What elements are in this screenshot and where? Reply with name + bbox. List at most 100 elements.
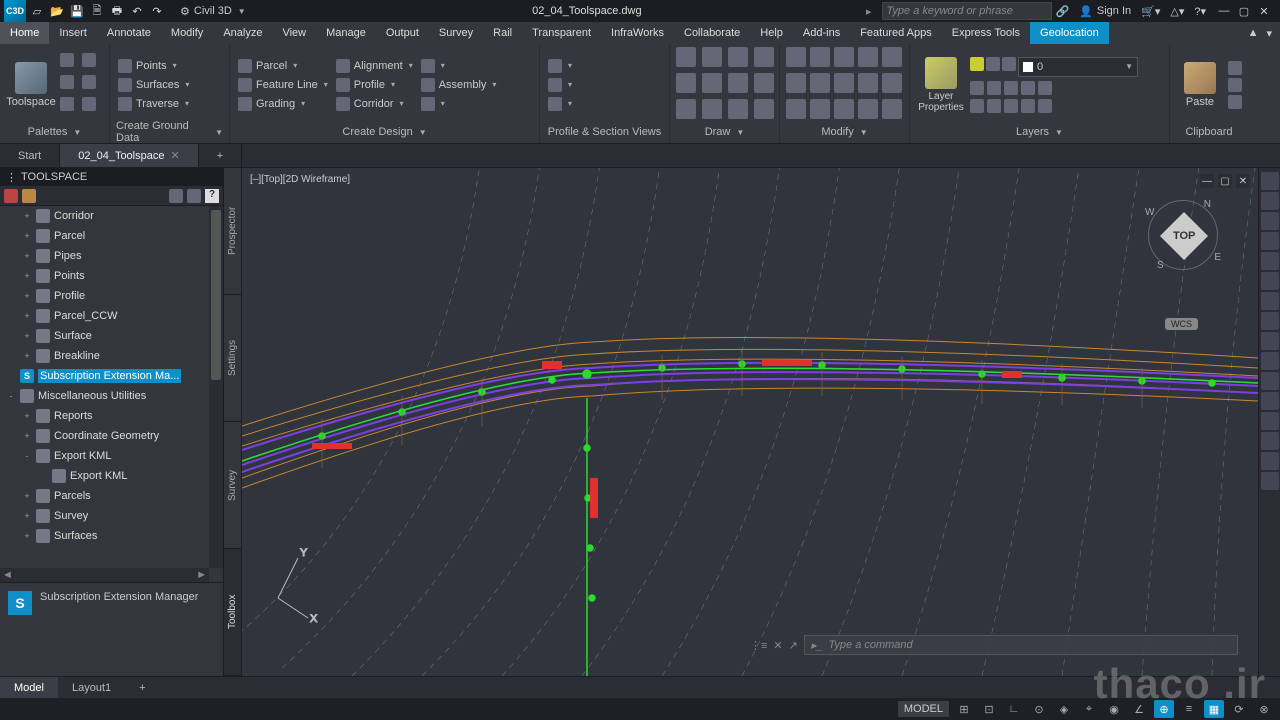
nav-tool-14[interactable]: [1261, 452, 1279, 470]
undo-icon[interactable]: ↶: [130, 4, 144, 18]
nav-tool-15[interactable]: [1261, 472, 1279, 490]
design-corridor[interactable]: Corridor▾: [334, 96, 415, 112]
share-icon[interactable]: △▾: [1170, 5, 1184, 18]
layer-tool-8[interactable]: [1004, 99, 1018, 113]
menu-tab-geolocation[interactable]: Geolocation: [1030, 22, 1109, 44]
tree-item-reports[interactable]: +Reports: [0, 406, 209, 426]
menu-tab-home[interactable]: Home: [0, 22, 49, 44]
nav-tool-3[interactable]: [1261, 232, 1279, 250]
doc-tab-02_04_toolspace[interactable]: 02_04_Toolspace ✕: [60, 144, 198, 167]
toolspace-tab-toolbox[interactable]: Toolbox: [224, 549, 241, 676]
workspace-selector[interactable]: ⚙ Civil 3D ▼: [176, 5, 250, 18]
design-alignment[interactable]: Alignment▾: [334, 58, 415, 74]
layer-tool-1[interactable]: [970, 81, 984, 95]
status-3dosnap[interactable]: ◉: [1104, 700, 1124, 718]
maximize-button[interactable]: ▢: [1236, 3, 1252, 19]
nav-tool-4[interactable]: [1261, 252, 1279, 270]
tree-item-corridor[interactable]: +Corridor: [0, 206, 209, 226]
tree-item-breakline[interactable]: +Breakline: [0, 346, 209, 366]
modify-tool-1[interactable]: [810, 47, 830, 67]
status-osnap[interactable]: ⌖: [1079, 700, 1099, 718]
design-feature-line[interactable]: Feature Line▾: [236, 77, 330, 93]
modify-tool-10[interactable]: [786, 99, 806, 119]
command-input[interactable]: ▸_Type a command: [804, 635, 1238, 655]
ground-points[interactable]: Points▾: [116, 58, 191, 74]
nav-tool-1[interactable]: [1261, 192, 1279, 210]
vp-minimize[interactable]: —: [1200, 174, 1214, 188]
toolspace-button[interactable]: Toolspace: [6, 62, 56, 108]
help-icon[interactable]: ?▾: [1194, 5, 1206, 18]
cut-button[interactable]: [1228, 78, 1242, 92]
redo-icon[interactable]: ↷: [150, 4, 164, 18]
menu-tab-express-tools[interactable]: Express Tools: [942, 22, 1030, 44]
nav-tool-7[interactable]: [1261, 312, 1279, 330]
nav-tool-12[interactable]: [1261, 412, 1279, 430]
menu-tab-help[interactable]: Help: [750, 22, 793, 44]
tree-hscroll[interactable]: ◄►: [0, 568, 209, 582]
ground-surfaces[interactable]: Surfaces▾: [116, 77, 191, 93]
modify-tool-4[interactable]: [882, 47, 902, 67]
draw-tool-3[interactable]: [754, 47, 774, 67]
nav-tool-13[interactable]: [1261, 432, 1279, 450]
layer-sun-icon[interactable]: [970, 57, 984, 71]
tree-item-survey[interactable]: +Survey: [0, 506, 209, 526]
layer-tool-7[interactable]: [987, 99, 1001, 113]
menu-tab-annotate[interactable]: Annotate: [97, 22, 161, 44]
paste-button[interactable]: Paste: [1176, 62, 1224, 108]
search-input[interactable]: Type a keyword or phrase: [882, 2, 1052, 20]
cart-icon[interactable]: 🛒▾: [1141, 5, 1160, 18]
status-transparency[interactable]: ▦: [1204, 700, 1224, 718]
viewcube[interactable]: TOP N S W E: [1148, 200, 1218, 270]
viewport-label[interactable]: [–][Top][2D Wireframe]: [250, 174, 350, 185]
tree-item-points[interactable]: +Points: [0, 266, 209, 286]
nav-tool-6[interactable]: [1261, 292, 1279, 310]
layout-tab-layout1[interactable]: Layout1: [58, 677, 125, 698]
tree-item-parcel-ccw[interactable]: +Parcel_CCW: [0, 306, 209, 326]
tree-item-coordinate-geometry[interactable]: +Coordinate Geometry: [0, 426, 209, 446]
menu-tab-view[interactable]: View: [272, 22, 316, 44]
plot-icon[interactable]: 🖶: [110, 4, 124, 18]
menu-tab-transparent[interactable]: Transparent: [522, 22, 601, 44]
new-icon[interactable]: ▱: [30, 4, 44, 18]
palette-btn-4[interactable]: [82, 75, 96, 89]
nav-tool-11[interactable]: [1261, 392, 1279, 410]
design-assembly[interactable]: Assembly▾: [419, 77, 499, 93]
vp-maximize[interactable]: ▢: [1218, 174, 1232, 188]
open-icon[interactable]: 📂: [50, 4, 64, 18]
menu-tab-add-ins[interactable]: Add-ins: [793, 22, 850, 44]
layer-tool-10[interactable]: [1038, 99, 1052, 113]
modify-tool-11[interactable]: [810, 99, 830, 119]
ribbon-opt-icon[interactable]: ▾: [1266, 27, 1272, 40]
status-annomon[interactable]: ⊗: [1254, 700, 1274, 718]
layer-tool-5[interactable]: [1038, 81, 1052, 95]
wcs-badge[interactable]: WCS: [1165, 318, 1198, 330]
tree-item-profile[interactable]: +Profile: [0, 286, 209, 306]
cmd-history-icon[interactable]: ⋮≡: [750, 639, 767, 652]
status-cycling[interactable]: ⟳: [1229, 700, 1249, 718]
draw-tool-9[interactable]: [702, 99, 722, 119]
nav-tool-5[interactable]: [1261, 272, 1279, 290]
modify-tool-12[interactable]: [834, 99, 854, 119]
draw-tool-1[interactable]: [702, 47, 722, 67]
layer-tool-3[interactable]: [1004, 81, 1018, 95]
modify-tool-0[interactable]: [786, 47, 806, 67]
minimize-button[interactable]: —: [1216, 3, 1232, 19]
layout-tab-new[interactable]: +: [125, 677, 159, 698]
ts-tool-1[interactable]: [4, 189, 18, 203]
layer-freeze-icon[interactable]: [986, 57, 1000, 71]
status-snap[interactable]: ⊡: [979, 700, 999, 718]
layer-combo[interactable]: 0▼: [1018, 57, 1138, 77]
modify-tool-13[interactable]: [858, 99, 878, 119]
tree-item-subscription-extension-ma-[interactable]: SSubscription Extension Ma...: [0, 366, 209, 386]
draw-tool-4[interactable]: [676, 73, 696, 93]
modify-tool-7[interactable]: [834, 73, 854, 93]
draw-tool-7[interactable]: [754, 73, 774, 93]
palette-btn-2[interactable]: [82, 53, 96, 67]
menu-tab-output[interactable]: Output: [376, 22, 429, 44]
status-dyn[interactable]: ⊕: [1154, 700, 1174, 718]
psv-btn-3[interactable]: ▾: [546, 96, 574, 112]
status-ortho[interactable]: ∟: [1004, 700, 1024, 718]
layer-properties-button[interactable]: Layer Properties: [916, 57, 966, 113]
menu-tab-manage[interactable]: Manage: [316, 22, 376, 44]
nav-tool-10[interactable]: [1261, 372, 1279, 390]
